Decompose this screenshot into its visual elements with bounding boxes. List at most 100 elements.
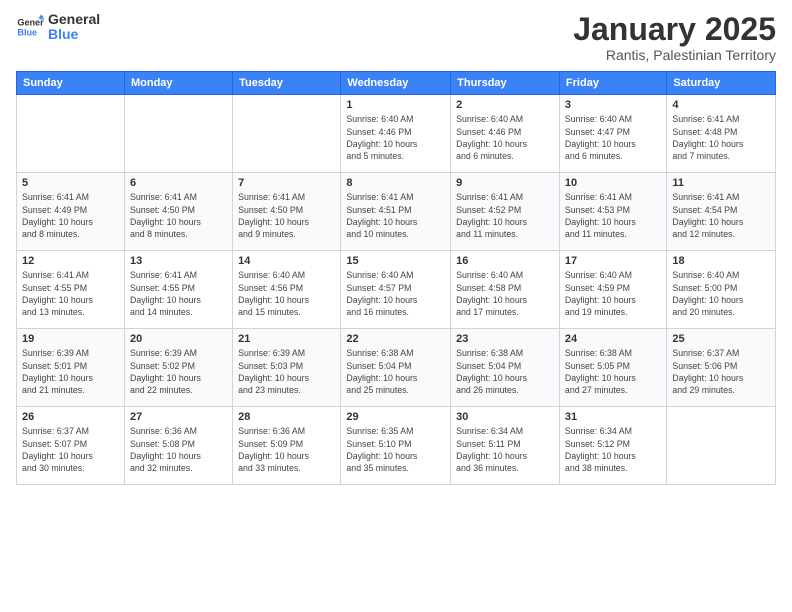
logo-general: General bbox=[48, 12, 100, 27]
header-friday: Friday bbox=[559, 72, 666, 95]
table-row: 5 Sunrise: 6:41 AM Sunset: 4:49 PM Daylig… bbox=[17, 173, 125, 251]
table-row bbox=[667, 407, 776, 485]
table-row: 13 Sunrise: 6:41 AM Sunset: 4:55 PM Dayli… bbox=[124, 251, 232, 329]
day-number: 16 bbox=[456, 255, 554, 267]
table-row: 9Sunrise: 6:41 AM Sunset: 4:52 PM Daylig… bbox=[451, 173, 560, 251]
day-info: Sunrise: 6:39 AM Sunset: 5:03 PM Dayligh… bbox=[238, 347, 335, 396]
day-info: Sunrise: 6:35 AM Sunset: 5:10 PM Dayligh… bbox=[346, 425, 445, 474]
table-row: 23 Sunrise: 6:38 AM Sunset: 5:04 PM Dayli… bbox=[451, 329, 560, 407]
day-number: 7 bbox=[238, 177, 335, 189]
day-info: Sunrise: 6:41 AM Sunset: 4:55 PM Dayligh… bbox=[22, 269, 119, 318]
day-number: 25 bbox=[672, 333, 770, 345]
day-info: Sunrise: 6:40 AM Sunset: 5:00 PM Dayligh… bbox=[672, 269, 770, 318]
day-number: 13 bbox=[130, 255, 227, 267]
day-info: Sunrise: 6:41 AM Sunset: 4:48 PM Dayligh… bbox=[672, 113, 770, 162]
day-number: 5 bbox=[22, 177, 119, 189]
day-info: Sunrise: 6:40 AM Sunset: 4:47 PM Dayligh… bbox=[565, 113, 661, 162]
table-row: 18 Sunrise: 6:40 AM Sunset: 5:00 PM Dayli… bbox=[667, 251, 776, 329]
day-info: Sunrise: 6:41 AM Sunset: 4:52 PM Dayligh… bbox=[456, 191, 554, 240]
day-number: 10 bbox=[565, 177, 661, 189]
day-number: 6 bbox=[130, 177, 227, 189]
day-info: Sunrise: 6:37 AM Sunset: 5:06 PM Dayligh… bbox=[672, 347, 770, 396]
calendar-week-row: 1 Sunrise: 6:40 AM Sunset: 4:46 PM Daylig… bbox=[17, 95, 776, 173]
day-info: Sunrise: 6:41 AM Sunset: 4:50 PM Dayligh… bbox=[130, 191, 227, 240]
day-number: 18 bbox=[672, 255, 770, 267]
header-wednesday: Wednesday bbox=[341, 72, 451, 95]
day-info: Sunrise: 6:38 AM Sunset: 5:04 PM Dayligh… bbox=[456, 347, 554, 396]
header-sunday: Sunday bbox=[17, 72, 125, 95]
day-info: Sunrise: 6:34 AM Sunset: 5:11 PM Dayligh… bbox=[456, 425, 554, 474]
table-row: 22 Sunrise: 6:38 AM Sunset: 5:04 PM Dayli… bbox=[341, 329, 451, 407]
day-info: Sunrise: 6:40 AM Sunset: 4:46 PM Dayligh… bbox=[456, 113, 554, 162]
day-number: 24 bbox=[565, 333, 661, 345]
day-info: Sunrise: 6:41 AM Sunset: 4:55 PM Dayligh… bbox=[130, 269, 227, 318]
table-row: 3 Sunrise: 6:40 AM Sunset: 4:47 PM Daylig… bbox=[559, 95, 666, 173]
day-number: 31 bbox=[565, 411, 661, 423]
day-info: Sunrise: 6:41 AM Sunset: 4:51 PM Dayligh… bbox=[346, 191, 445, 240]
logo-blue: Blue bbox=[48, 27, 100, 42]
table-row: 10 Sunrise: 6:41 AM Sunset: 4:53 PM Dayli… bbox=[559, 173, 666, 251]
header-monday: Monday bbox=[124, 72, 232, 95]
table-row bbox=[233, 95, 341, 173]
svg-text:Blue: Blue bbox=[17, 28, 37, 38]
day-number: 11 bbox=[672, 177, 770, 189]
table-row: 6 Sunrise: 6:41 AM Sunset: 4:50 PM Daylig… bbox=[124, 173, 232, 251]
table-row: 19 Sunrise: 6:39 AM Sunset: 5:01 PM Dayli… bbox=[17, 329, 125, 407]
day-number: 1 bbox=[346, 99, 445, 111]
day-info: Sunrise: 6:39 AM Sunset: 5:01 PM Dayligh… bbox=[22, 347, 119, 396]
day-info: Sunrise: 6:36 AM Sunset: 5:08 PM Dayligh… bbox=[130, 425, 227, 474]
calendar-week-row: 19 Sunrise: 6:39 AM Sunset: 5:01 PM Dayli… bbox=[17, 329, 776, 407]
logo-icon: General Blue bbox=[16, 13, 44, 41]
table-row: 14 Sunrise: 6:40 AM Sunset: 4:56 PM Dayli… bbox=[233, 251, 341, 329]
table-row: 12 Sunrise: 6:41 AM Sunset: 4:55 PM Dayli… bbox=[17, 251, 125, 329]
day-info: Sunrise: 6:41 AM Sunset: 4:50 PM Dayligh… bbox=[238, 191, 335, 240]
day-number: 4 bbox=[672, 99, 770, 111]
day-info: Sunrise: 6:36 AM Sunset: 5:09 PM Dayligh… bbox=[238, 425, 335, 474]
table-row: 8Sunrise: 6:41 AM Sunset: 4:51 PM Daylig… bbox=[341, 173, 451, 251]
day-number: 12 bbox=[22, 255, 119, 267]
page: General Blue General Blue January 2025 R… bbox=[0, 0, 792, 612]
day-info: Sunrise: 6:38 AM Sunset: 5:04 PM Dayligh… bbox=[346, 347, 445, 396]
day-number: 22 bbox=[346, 333, 445, 345]
table-row: 28 Sunrise: 6:36 AM Sunset: 5:09 PM Dayli… bbox=[233, 407, 341, 485]
table-row: 1 Sunrise: 6:40 AM Sunset: 4:46 PM Daylig… bbox=[341, 95, 451, 173]
table-row: 11Sunrise: 6:41 AM Sunset: 4:54 PM Dayli… bbox=[667, 173, 776, 251]
header-thursday: Thursday bbox=[451, 72, 560, 95]
table-row: 30Sunrise: 6:34 AM Sunset: 5:11 PM Dayli… bbox=[451, 407, 560, 485]
day-number: 3 bbox=[565, 99, 661, 111]
table-row: 2Sunrise: 6:40 AM Sunset: 4:46 PM Daylig… bbox=[451, 95, 560, 173]
table-row: 17Sunrise: 6:40 AM Sunset: 4:59 PM Dayli… bbox=[559, 251, 666, 329]
table-row bbox=[124, 95, 232, 173]
month-title: January 2025 bbox=[573, 12, 776, 47]
table-row: 27 Sunrise: 6:36 AM Sunset: 5:08 PM Dayli… bbox=[124, 407, 232, 485]
day-number: 19 bbox=[22, 333, 119, 345]
calendar-week-row: 5 Sunrise: 6:41 AM Sunset: 4:49 PM Daylig… bbox=[17, 173, 776, 251]
day-info: Sunrise: 6:41 AM Sunset: 4:53 PM Dayligh… bbox=[565, 191, 661, 240]
day-number: 21 bbox=[238, 333, 335, 345]
table-row bbox=[17, 95, 125, 173]
day-info: Sunrise: 6:37 AM Sunset: 5:07 PM Dayligh… bbox=[22, 425, 119, 474]
day-number: 14 bbox=[238, 255, 335, 267]
calendar-table: Sunday Monday Tuesday Wednesday Thursday… bbox=[16, 71, 776, 485]
day-info: Sunrise: 6:39 AM Sunset: 5:02 PM Dayligh… bbox=[130, 347, 227, 396]
day-number: 17 bbox=[565, 255, 661, 267]
calendar-week-row: 26 Sunrise: 6:37 AM Sunset: 5:07 PM Dayli… bbox=[17, 407, 776, 485]
day-info: Sunrise: 6:34 AM Sunset: 5:12 PM Dayligh… bbox=[565, 425, 661, 474]
day-number: 23 bbox=[456, 333, 554, 345]
day-number: 27 bbox=[130, 411, 227, 423]
day-number: 20 bbox=[130, 333, 227, 345]
header-tuesday: Tuesday bbox=[233, 72, 341, 95]
header-saturday: Saturday bbox=[667, 72, 776, 95]
day-info: Sunrise: 6:40 AM Sunset: 4:46 PM Dayligh… bbox=[346, 113, 445, 162]
day-number: 26 bbox=[22, 411, 119, 423]
day-number: 29 bbox=[346, 411, 445, 423]
table-row: 15Sunrise: 6:40 AM Sunset: 4:57 PM Dayli… bbox=[341, 251, 451, 329]
day-info: Sunrise: 6:40 AM Sunset: 4:57 PM Dayligh… bbox=[346, 269, 445, 318]
day-info: Sunrise: 6:40 AM Sunset: 4:56 PM Dayligh… bbox=[238, 269, 335, 318]
table-row: 25 Sunrise: 6:37 AM Sunset: 5:06 PM Dayli… bbox=[667, 329, 776, 407]
day-info: Sunrise: 6:41 AM Sunset: 4:49 PM Dayligh… bbox=[22, 191, 119, 240]
table-row: 4 Sunrise: 6:41 AM Sunset: 4:48 PM Daylig… bbox=[667, 95, 776, 173]
table-row: 29 Sunrise: 6:35 AM Sunset: 5:10 PM Dayli… bbox=[341, 407, 451, 485]
day-number: 28 bbox=[238, 411, 335, 423]
table-row: 24Sunrise: 6:38 AM Sunset: 5:05 PM Dayli… bbox=[559, 329, 666, 407]
